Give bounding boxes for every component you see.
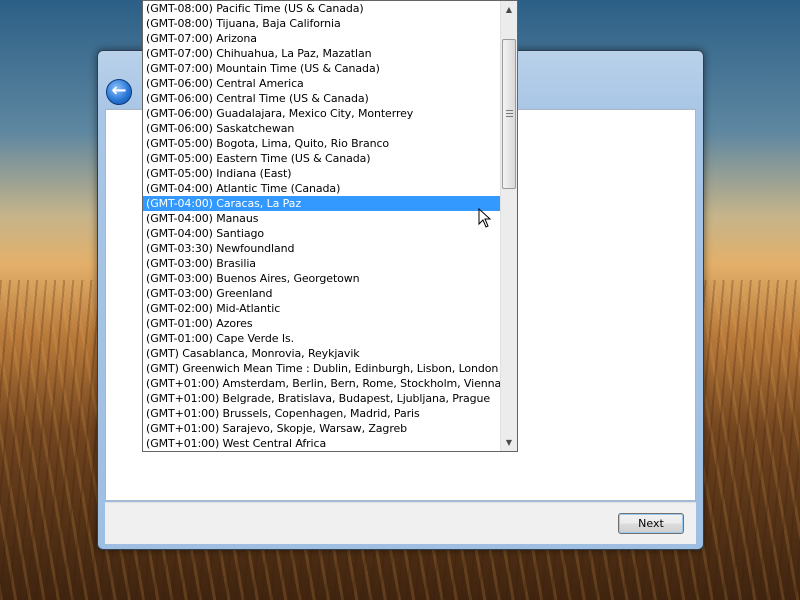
scroll-down-arrow-icon[interactable]: ▼ [501,434,517,451]
timezone-option[interactable]: (GMT-03:30) Newfoundland [143,241,501,256]
timezone-option[interactable]: (GMT+01:00) Sarajevo, Skopje, Warsaw, Za… [143,421,501,436]
timezone-option[interactable]: (GMT-03:00) Brasilia [143,256,501,271]
timezone-option[interactable]: (GMT-04:00) Santiago [143,226,501,241]
timezone-dropdown-list[interactable]: (GMT-08:00) Pacific Time (US & Canada) (G… [142,0,518,452]
timezone-option[interactable]: (GMT-07:00) Arizona [143,31,501,46]
timezone-option[interactable]: (GMT+01:00) West Central Africa [143,436,501,451]
timezone-option[interactable]: (GMT+01:00) Belgrade, Bratislava, Budape… [143,391,501,406]
timezone-option[interactable]: (GMT-06:00) Guadalajara, Mexico City, Mo… [143,106,501,121]
timezone-option[interactable]: (GMT) Greenwich Mean Time : Dublin, Edin… [143,361,501,376]
timezone-option[interactable]: (GMT-03:00) Buenos Aires, Georgetown [143,271,501,286]
timezone-option[interactable]: (GMT+01:00) Brussels, Copenhagen, Madrid… [143,406,501,421]
timezone-option[interactable]: (GMT-06:00) Central Time (US & Canada) [143,91,501,106]
timezone-option[interactable]: (GMT-01:00) Azores [143,316,501,331]
timezone-option[interactable]: (GMT-08:00) Pacific Time (US & Canada) [143,1,501,16]
timezone-option[interactable]: (GMT-05:00) Eastern Time (US & Canada) [143,151,501,166]
timezone-option[interactable]: (GMT-08:00) Tijuana, Baja California [143,16,501,31]
timezone-option[interactable]: (GMT-07:00) Mountain Time (US & Canada) [143,61,501,76]
timezone-option[interactable]: (GMT-05:00) Bogota, Lima, Quito, Rio Bra… [143,136,501,151]
timezone-option[interactable]: (GMT-06:00) Saskatchewan [143,121,501,136]
timezone-option[interactable]: (GMT-02:00) Mid-Atlantic [143,301,501,316]
timezone-option[interactable]: (GMT-07:00) Chihuahua, La Paz, Mazatlan [143,46,501,61]
list-scrollbar[interactable]: ▲ ▼ [500,1,517,451]
scroll-grip-icon [506,110,513,117]
scroll-up-arrow-icon[interactable]: ▲ [501,1,517,18]
timezone-option[interactable]: (GMT+01:00) Amsterdam, Berlin, Bern, Rom… [143,376,501,391]
timezone-option[interactable]: (GMT-06:00) Central America [143,76,501,91]
timezone-option[interactable]: (GMT-04:00) Atlantic Time (Canada) [143,181,501,196]
next-button[interactable]: Next [618,513,684,534]
timezone-option[interactable]: (GMT) Casablanca, Monrovia, Reykjavik [143,346,501,361]
mouse-pointer-icon [478,208,492,228]
back-arrow-icon[interactable]: ← [106,79,132,105]
timezone-option[interactable]: (GMT-01:00) Cape Verde Is. [143,331,501,346]
timezone-option[interactable]: (GMT-03:00) Greenland [143,286,501,301]
timezone-items: (GMT-08:00) Pacific Time (US & Canada) (G… [143,1,501,451]
timezone-option-selected[interactable]: (GMT-04:00) Caracas, La Paz [143,196,501,211]
timezone-option[interactable]: (GMT-04:00) Manaus [143,211,501,226]
dialog-footer: Next [105,502,696,544]
scroll-thumb[interactable] [502,39,516,189]
timezone-option[interactable]: (GMT-05:00) Indiana (East) [143,166,501,181]
